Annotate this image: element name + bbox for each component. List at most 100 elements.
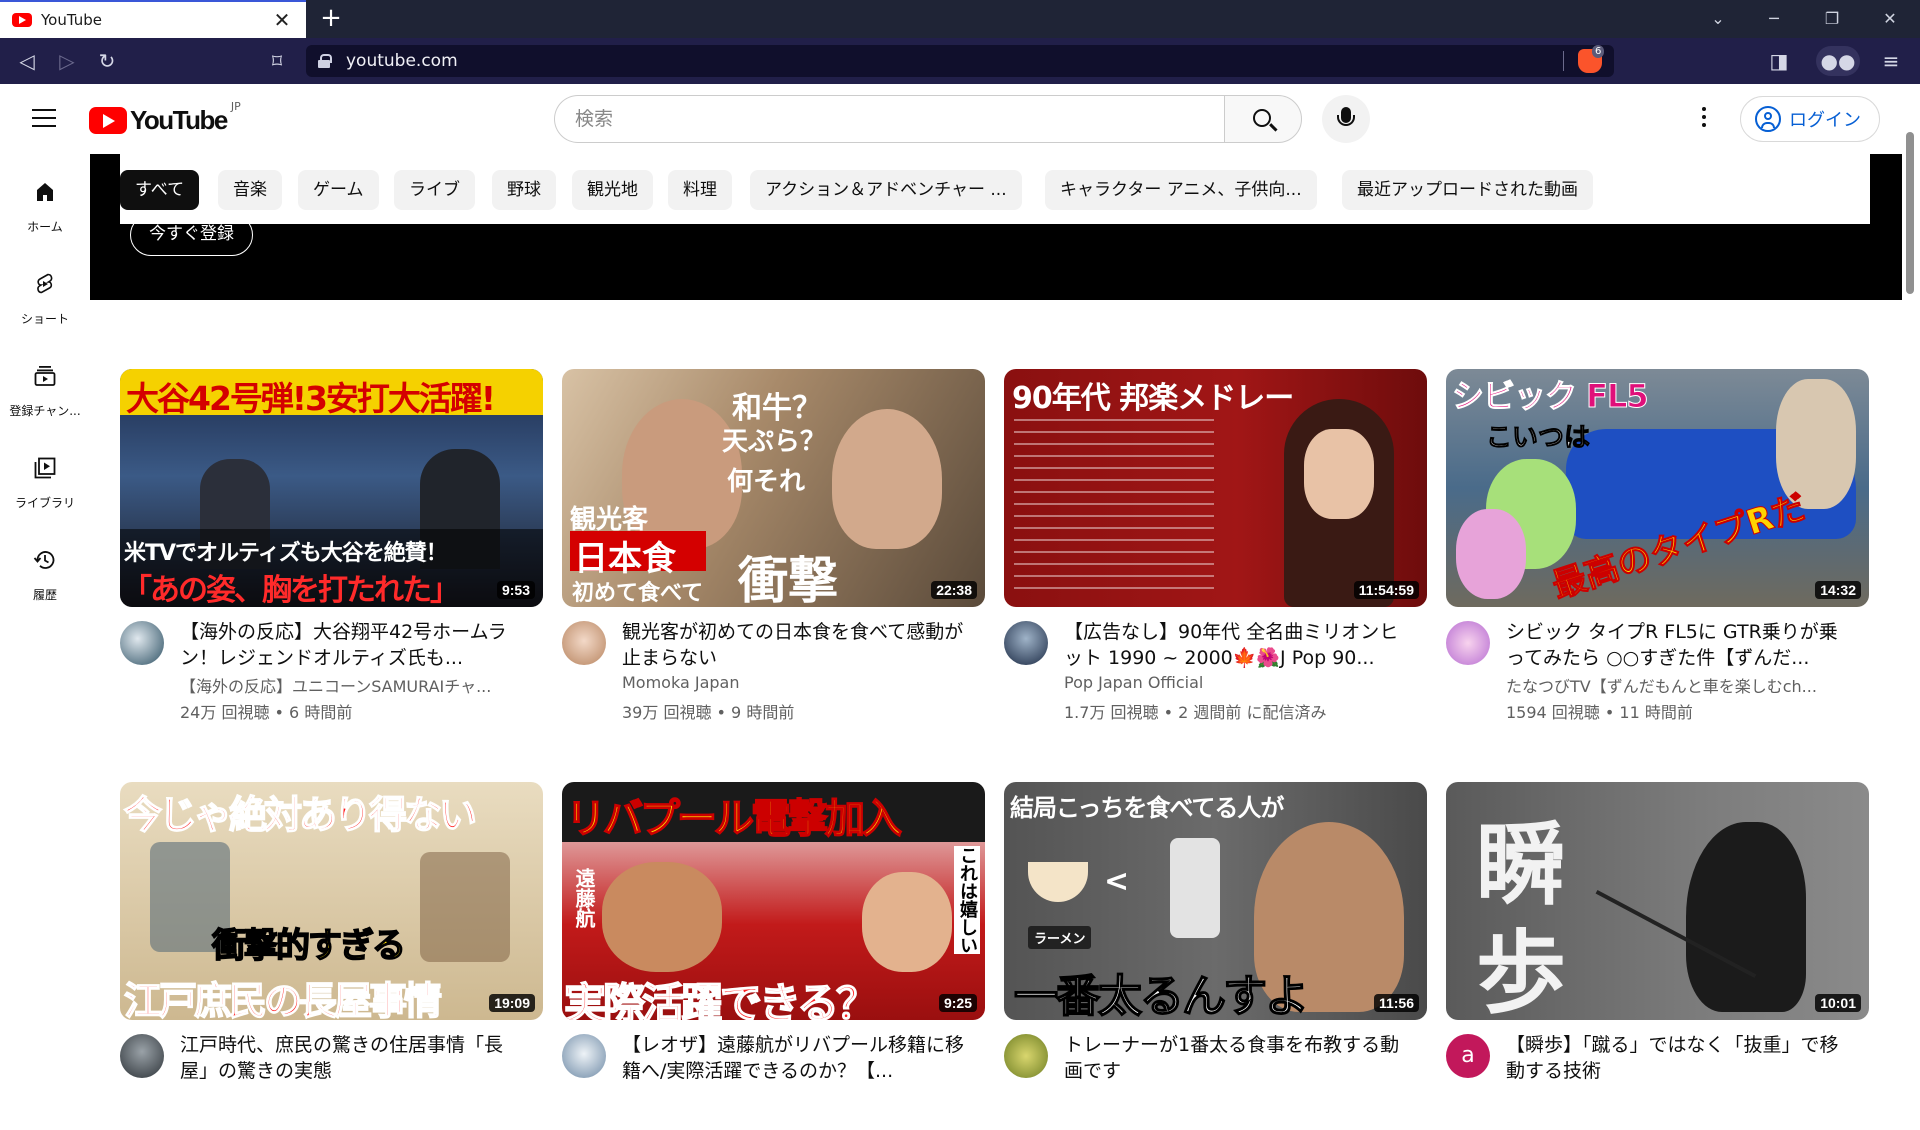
thumbnail-text: 何それ [727, 467, 806, 497]
video-thumbnail[interactable]: 和牛？ 天ぷら？ 何それ 観光客 日本食 初めて食べて 衝撃 22:38 [562, 369, 985, 607]
forward-icon[interactable]: ▷ [52, 46, 82, 76]
guide-menu-icon[interactable] [32, 109, 56, 127]
channel-avatar[interactable] [1004, 1034, 1048, 1078]
channel-avatar[interactable] [1004, 621, 1048, 665]
guide-item-history[interactable]: 履歴 [0, 522, 90, 602]
settings-kebab-icon[interactable] [1694, 107, 1714, 131]
chip-baseball[interactable]: 野球 [492, 170, 556, 210]
video-title[interactable]: トレーナーが1番太る食事を布教する動画です [1064, 1032, 1414, 1084]
search-button[interactable] [1224, 95, 1302, 143]
sidebar-toggle-icon[interactable]: ◨ [1764, 46, 1794, 76]
channel-avatar[interactable] [562, 621, 606, 665]
channel-avatar[interactable] [562, 1034, 606, 1078]
thumbnail-text: 日本食 [574, 539, 676, 579]
reload-icon[interactable]: ↻ [92, 46, 122, 76]
browser-tab-youtube[interactable]: YouTube ✕ [0, 0, 306, 38]
video-title[interactable]: 【広告なし】90年代 全名曲ミリオンヒット 1990 ~ 2000🍁🌺J Pop… [1064, 619, 1414, 671]
channel-name[interactable]: Pop Japan Official [1064, 673, 1414, 692]
brave-wallet-icon[interactable]: ●● [1816, 46, 1860, 76]
video-title[interactable]: 【海外の反応】大谷翔平42号ホームラン！レジェンドオルティズ氏も... [180, 619, 530, 671]
video-card[interactable]: 90年代 邦楽メドレー 11:54:59 【広告なし】90年代 全名曲ミリオンヒ… [1004, 369, 1427, 722]
channel-avatar[interactable] [1446, 621, 1490, 665]
video-card[interactable]: 大谷42号弾!3安打大活躍! 米TVでオルティズも大谷を絶賛！ 「あの姿、胸を打… [120, 369, 543, 722]
video-duration: 9:25 [938, 994, 977, 1012]
video-thumbnail[interactable]: 90年代 邦楽メドレー 11:54:59 [1004, 369, 1427, 607]
video-duration: 11:56 [1373, 994, 1419, 1012]
channel-avatar[interactable]: a [1446, 1034, 1490, 1078]
chip-games[interactable]: ゲーム [298, 170, 379, 210]
video-card[interactable]: 結局こっちを食べてる人が < ラーメン 一番太るんすよ 11:56 トレーナーが… [1004, 782, 1427, 1130]
video-thumbnail[interactable]: 瞬 歩 10:01 [1446, 782, 1869, 1020]
video-card[interactable]: 今じゃ絶対あり得ない 衝撃的すぎる 江戸庶民の長屋事情 19:09 江戸時代、庶… [120, 782, 543, 1130]
video-card[interactable]: シビック FL5 こいつは 最高のタイプRだ 14:32 シビック タイプR F… [1446, 369, 1869, 722]
shields-count-badge: 6 [1592, 45, 1605, 58]
history-icon [33, 551, 55, 569]
chip-all[interactable]: すべて [120, 170, 200, 210]
chip-bar: すべて 音楽 ゲーム ライブ 野球 観光地 料理 アクション＆アドベンチャー .… [120, 154, 1870, 224]
close-window-icon[interactable]: ✕ [1862, 0, 1918, 38]
video-duration: 14:32 [1815, 581, 1861, 599]
guide-item-home[interactable]: ホーム [0, 154, 90, 234]
chip-live[interactable]: ライブ [394, 170, 475, 210]
chip-action-adventure[interactable]: アクション＆アドベンチャー ... [750, 170, 1022, 210]
browser-menu-icon[interactable]: ≡ [1876, 46, 1906, 76]
search-input[interactable] [554, 95, 1224, 143]
page-scrollbar[interactable] [1906, 132, 1914, 294]
back-icon[interactable]: ◁ [12, 46, 42, 76]
tab-search-chevron-icon[interactable]: ⌄ [1690, 0, 1746, 38]
video-thumbnail[interactable]: 今じゃ絶対あり得ない 衝撃的すぎる 江戸庶民の長屋事情 19:09 [120, 782, 543, 1020]
search-box [554, 95, 1302, 143]
login-label: ログイン [1789, 110, 1861, 131]
minimize-window-icon[interactable]: ─ [1746, 0, 1802, 38]
guide-label-history: 履歴 [32, 588, 57, 602]
chip-recently-uploaded[interactable]: 最近アップロードされた動画 [1342, 170, 1593, 210]
video-title[interactable]: 江戸時代、庶民の驚きの住居事情「長屋」の驚きの実態 [180, 1032, 530, 1084]
video-card[interactable]: リバプール電撃加入 遠藤航 これは嬉しい 実際活躍できる？ 9:25 【レオザ】… [562, 782, 985, 1130]
channel-avatar[interactable] [120, 1034, 164, 1078]
chip-tourist-spots[interactable]: 観光地 [572, 170, 653, 210]
brave-shields-icon[interactable]: 6 [1578, 45, 1605, 73]
video-thumbnail[interactable]: リバプール電撃加入 遠藤航 これは嬉しい 実際活躍できる？ 9:25 [562, 782, 985, 1020]
channel-avatar[interactable] [120, 621, 164, 665]
video-thumbnail[interactable]: 結局こっちを食べてる人が < ラーメン 一番太るんすよ 11:56 [1004, 782, 1427, 1020]
thumbnail-label: ラーメン [1028, 926, 1092, 949]
login-button[interactable]: ログイン [1740, 96, 1880, 142]
video-title[interactable]: シビック タイプR FL5に GTR乗りが乗ってみたら ○○すぎた件【ずんだ..… [1506, 619, 1856, 671]
thumbnail-headline: 結局こっちを食べてる人が [1010, 794, 1284, 822]
thumbnail-text: 一番太るんすよ [1013, 970, 1310, 1020]
chip-cooking[interactable]: 料理 [668, 170, 732, 210]
address-bar[interactable]: youtube.com 6 [306, 45, 1614, 77]
video-thumbnail[interactable]: シビック FL5 こいつは 最高のタイプRだ 14:32 [1446, 369, 1869, 607]
video-title[interactable]: 観光客が初めての日本食を食べて感動が止まらない [622, 619, 972, 671]
thumbnail-text: 実際活躍できる？ [563, 978, 879, 1020]
guide-item-shorts[interactable]: ショート [0, 246, 90, 326]
url-text[interactable]: youtube.com [346, 51, 1563, 71]
guide-label-subscriptions: 登録チャン... [9, 404, 81, 418]
tab-close-icon[interactable]: ✕ [270, 8, 294, 32]
guide-item-subscriptions[interactable]: 登録チャン... [0, 338, 90, 418]
thumbnail-text: 衝撃 [738, 551, 838, 607]
channel-name[interactable]: 【海外の反応】ユニコーンSAMURAIチャ... [180, 673, 530, 697]
video-title[interactable]: 【瞬歩】「蹴る」ではなく「抜重」で移動する技術 [1506, 1032, 1856, 1084]
video-card[interactable]: 和牛？ 天ぷら？ 何それ 観光客 日本食 初めて食べて 衝撃 22:38 観光客… [562, 369, 985, 722]
video-duration: 19:09 [489, 994, 535, 1012]
thumbnail-text: こいつは [1485, 423, 1591, 454]
youtube-masthead: YouTube JP ログイン [0, 84, 1920, 154]
logo-text: YouTube [130, 105, 228, 135]
guide-item-library[interactable]: ライブラリ [0, 430, 90, 510]
video-thumbnail[interactable]: 大谷42号弾!3安打大活躍! 米TVでオルティズも大谷を絶賛！ 「あの姿、胸を打… [120, 369, 543, 607]
new-tab-button[interactable]: + [316, 4, 346, 34]
maximize-window-icon[interactable]: ❐ [1804, 0, 1860, 38]
thumbnail-text: 衝撃的すぎる [211, 925, 407, 967]
youtube-logo[interactable]: YouTube JP [89, 100, 241, 136]
video-duration: 22:38 [931, 581, 977, 599]
video-duration: 9:53 [496, 581, 535, 599]
bookmark-icon[interactable]: ⌑ [262, 46, 292, 76]
video-title[interactable]: 【レオザ】遠藤航がリバプール移籍に移籍へ/実際活躍できるのか？【... [622, 1032, 972, 1084]
voice-search-icon[interactable] [1322, 95, 1370, 143]
video-card[interactable]: 瞬 歩 10:01 a 【瞬歩】「蹴る」ではなく「抜重」で移動する技術 [1446, 782, 1869, 1130]
channel-name[interactable]: Momoka Japan [622, 673, 972, 692]
chip-character-anime[interactable]: キャラクター アニメ、子供向... [1045, 170, 1317, 210]
chip-music[interactable]: 音楽 [218, 170, 282, 210]
channel-name[interactable]: たなつびTV【ずんだもんと車を楽しむch... [1506, 673, 1856, 697]
